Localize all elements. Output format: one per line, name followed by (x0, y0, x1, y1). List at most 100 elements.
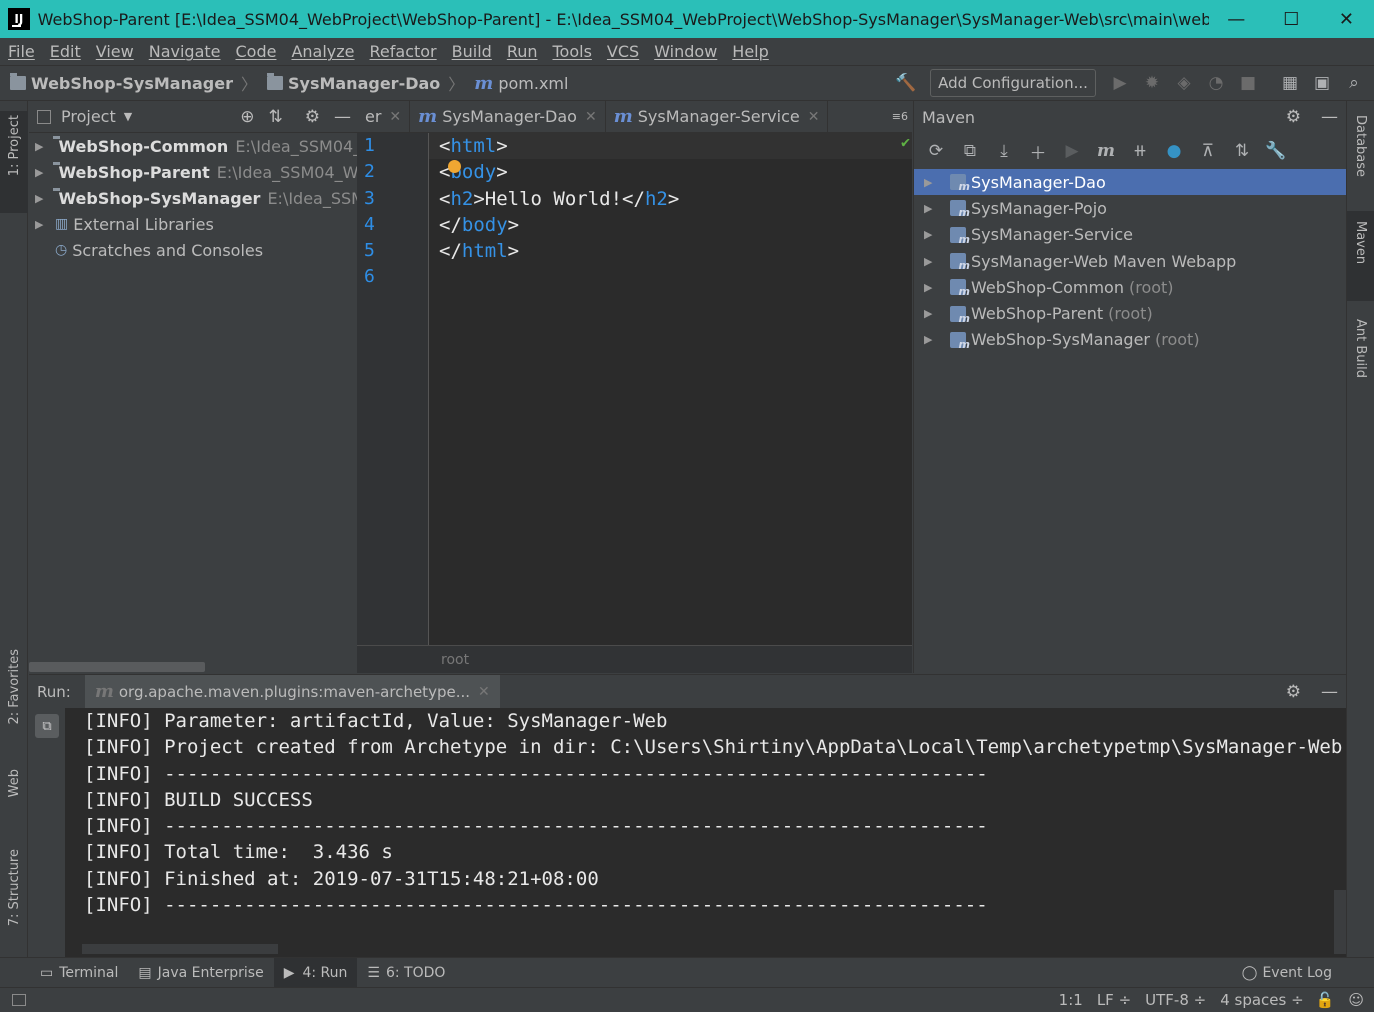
tool-tab-event-log[interactable]: ◯ Event Log (1232, 958, 1342, 988)
run-tab[interactable]: m org.apache.maven.plugins:maven-archety… (84, 674, 500, 709)
generate-sources-icon[interactable]: ⧉ (956, 137, 984, 165)
tool-tab-project[interactable]: 1: Project (7, 115, 22, 176)
menu-view[interactable]: View (96, 42, 134, 61)
breadcrumb-item-file[interactable]: m pom.xml (474, 73, 568, 94)
expand-arrow-icon[interactable]: ▶ (924, 307, 934, 320)
tree-item-scratches[interactable]: ◷ Scratches and Consoles (29, 237, 357, 263)
menu-analyze[interactable]: Analyze (291, 42, 354, 61)
editor-breadcrumb[interactable]: root (357, 645, 912, 673)
collapse-all-icon[interactable]: ⇅ (1228, 137, 1256, 165)
project-structure-icon[interactable]: ▦ (1276, 69, 1304, 97)
reimport-icon[interactable]: ⟳ (922, 137, 950, 165)
maven-project-item[interactable]: ▶WebShop-Parent(root) (914, 300, 1346, 326)
maximize-button[interactable]: ☐ (1264, 0, 1319, 38)
horizontal-scrollbar[interactable] (82, 944, 278, 954)
close-tab-icon[interactable]: ✕ (585, 109, 597, 125)
run-console[interactable]: [INFO] Parameter: artifactId, Value: Sys… (65, 708, 1346, 957)
gear-icon[interactable]: ⚙ (1286, 682, 1301, 702)
editor-tab-sysmanager-dao[interactable]: m SysManager-Dao ✕ (410, 100, 606, 133)
gear-icon[interactable]: ⚙ (305, 107, 320, 127)
add-configuration-button[interactable]: Add Configuration... (930, 69, 1096, 97)
file-encoding[interactable]: UTF-8 ÷ (1145, 991, 1206, 1009)
tool-tab-database[interactable]: Database (1353, 115, 1368, 177)
tool-tab-todo[interactable]: ☰ 6: TODO (357, 958, 455, 988)
menu-code[interactable]: Code (236, 42, 277, 61)
tool-tab-run[interactable]: ▶ 4: Run (273, 957, 358, 988)
line-separator[interactable]: LF ÷ (1097, 991, 1131, 1009)
tree-item-webshop-sysmanager[interactable]: ▶ WebShop-SysManager E:\Idea_SSM04 (29, 185, 385, 211)
locate-icon[interactable]: ⊕ (240, 107, 254, 127)
expand-arrow-icon[interactable]: ▶ (924, 281, 934, 294)
maven-project-item[interactable]: ▶WebShop-Common(root) (914, 274, 1346, 300)
expand-arrow-icon[interactable]: ▶ (924, 202, 934, 215)
menu-help[interactable]: Help (732, 42, 768, 61)
expand-arrow-icon[interactable]: ▶ (35, 218, 45, 231)
run-icon[interactable]: ▶ (1106, 69, 1134, 97)
menu-vcs[interactable]: VCS (607, 42, 639, 61)
expand-arrow-icon[interactable]: ▶ (35, 166, 43, 179)
toggle-offline-icon[interactable]: ⧺ (1126, 137, 1154, 165)
toggle-tool-windows-icon[interactable] (12, 994, 26, 1006)
build-hammer-icon[interactable]: 🔨 (892, 69, 920, 97)
menu-build[interactable]: Build (452, 42, 492, 61)
lock-icon[interactable]: 🔓 (1316, 991, 1335, 1009)
vertical-scrollbar[interactable] (1334, 890, 1346, 954)
close-tab-icon[interactable]: ✕ (478, 684, 490, 700)
maven-project-item[interactable]: ▶SysManager-Pojo (914, 195, 1346, 221)
close-button[interactable]: ✕ (1319, 0, 1374, 38)
hector-inspector-icon[interactable]: ☺ (1348, 991, 1364, 1009)
breadcrumb-item-module[interactable]: SysManager-Dao 〉 (266, 71, 464, 95)
presentation-icon[interactable]: ▣ (1308, 69, 1336, 97)
close-tab-icon[interactable]: ✕ (389, 109, 401, 125)
menu-run[interactable]: Run (507, 42, 538, 61)
intention-bulb-icon[interactable] (448, 160, 461, 173)
expand-arrow-icon[interactable]: ▶ (924, 176, 934, 189)
editor-tab-sysmanager-service[interactable]: m SysManager-Service ✕ (606, 100, 829, 133)
gear-icon[interactable]: ⚙ (1286, 107, 1301, 127)
hide-panel-icon[interactable]: — (1321, 682, 1338, 702)
wrench-icon[interactable]: 🔧 (1262, 137, 1290, 165)
expand-arrow-icon[interactable]: ▶ (35, 140, 43, 153)
maven-project-item[interactable]: ▶SysManager-Service (914, 222, 1346, 248)
caret-position[interactable]: 1:1 (1059, 991, 1083, 1009)
restore-layout-icon[interactable]: ⧉ (35, 714, 59, 738)
tool-tab-ant-build[interactable]: Ant Build (1353, 319, 1368, 378)
tool-tab-java-enterprise[interactable]: ▤ Java Enterprise (128, 958, 273, 988)
indent-setting[interactable]: 4 spaces ÷ (1220, 991, 1303, 1009)
add-icon[interactable]: ＋ (1024, 137, 1052, 165)
menu-tools[interactable]: Tools (553, 42, 592, 61)
show-dependencies-icon[interactable]: ⊼ (1194, 137, 1222, 165)
menu-window[interactable]: Window (654, 42, 717, 61)
maven-project-item[interactable]: ▶SysManager-Dao (914, 169, 1346, 196)
tab-overflow-button[interactable]: ≡6 (892, 110, 908, 123)
menu-edit[interactable]: Edit (50, 42, 81, 61)
coverage-icon[interactable]: ◈ (1170, 69, 1198, 97)
tool-tab-terminal[interactable]: ▭ Terminal (30, 958, 128, 988)
tree-item-external-libraries[interactable]: ▶ ▥ External Libraries (29, 211, 357, 237)
stop-icon[interactable]: ■ (1234, 69, 1262, 97)
breadcrumb-item-project[interactable]: WebShop-SysManager 〉 (10, 71, 257, 95)
maven-project-item[interactable]: ▶WebShop-SysManager(root) (914, 327, 1346, 353)
expand-arrow-icon[interactable]: ▶ (924, 333, 934, 346)
tree-item-webshop-common[interactable]: ▶ WebShop-Common E:\Idea_SSM04_V (29, 133, 372, 159)
run-icon[interactable]: ▶ (1058, 137, 1086, 165)
tool-tab-maven[interactable]: Maven (1353, 221, 1368, 264)
skip-tests-icon[interactable]: ● (1160, 137, 1188, 165)
hide-panel-icon[interactable]: — (1321, 107, 1338, 127)
menu-file[interactable]: File (8, 42, 35, 61)
execute-goal-icon[interactable]: m (1092, 137, 1120, 165)
profile-icon[interactable]: ◔ (1202, 69, 1230, 97)
tool-tab-favorites[interactable]: 2: Favorites (7, 649, 22, 725)
expand-arrow-icon[interactable]: ▶ (924, 255, 934, 268)
close-tab-icon[interactable]: ✕ (808, 109, 820, 125)
inspection-ok-icon[interactable]: ✔ (901, 133, 910, 151)
tool-tab-web[interactable]: Web (7, 769, 22, 797)
menu-refactor[interactable]: Refactor (370, 42, 437, 61)
code-editor[interactable]: <html> <body> <h2>Hello World!</h2> </bo… (429, 133, 912, 645)
expand-arrow-icon[interactable]: ▶ (35, 192, 43, 205)
maven-project-item[interactable]: ▶SysManager-Web Maven Webapp (914, 248, 1346, 274)
minimize-button[interactable]: — (1209, 0, 1264, 38)
download-icon[interactable]: ⤓ (990, 137, 1018, 165)
collapse-all-icon[interactable]: ⇅ (269, 107, 283, 127)
tree-item-webshop-parent[interactable]: ▶ WebShop-Parent E:\Idea_SSM04_Wel (29, 159, 372, 185)
